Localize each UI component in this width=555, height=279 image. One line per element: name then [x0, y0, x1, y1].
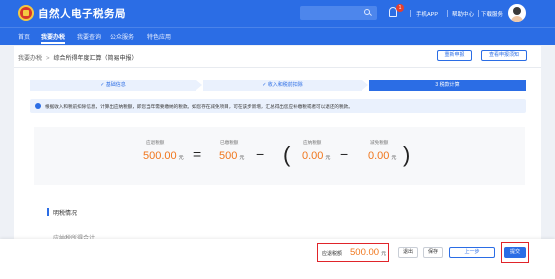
- refund-amount-value: 500.00 元: [143, 150, 184, 162]
- footer-action-bar: [0, 239, 555, 279]
- nav-query[interactable]: 我要查询: [77, 32, 101, 41]
- exemption-label: 减免税额: [370, 140, 389, 145]
- refund-amount: 500.00: [143, 150, 177, 162]
- nav-public-service[interactable]: 公众服务: [110, 32, 134, 41]
- exemption-value: 0.00 元: [368, 150, 396, 162]
- minus-sign: −: [340, 146, 349, 162]
- help-center-link[interactable]: 帮助中心: [452, 10, 474, 18]
- payable-tax-amount: 0.00: [302, 150, 324, 162]
- step-basic-info[interactable]: ✓ 基础信息: [30, 80, 196, 91]
- nav-home[interactable]: 首页: [18, 32, 30, 41]
- footer-tax-value: 500.00 元: [350, 247, 386, 258]
- view-notice-button[interactable]: 查看申报须知: [481, 50, 527, 61]
- breadcrumb: 我要办税 > 综合所得年度汇算（简易申报）: [18, 53, 138, 62]
- payable-tax-value: 0.00 元: [302, 150, 330, 162]
- close-parenthesis: ): [403, 142, 411, 167]
- footer-tax-amount: 500.00: [350, 247, 380, 258]
- submit-button[interactable]: 提交: [504, 247, 526, 258]
- site-title[interactable]: 自然人电子税务局: [38, 6, 126, 21]
- paid-tax-value: 500 元: [219, 150, 244, 162]
- step-tax-calculation: 3 税款计算: [369, 80, 526, 91]
- notice-text: 根据收入和税前扣除信息，计算出应纳税额，即您当年需要缴纳的税款。如您存在减免项目…: [45, 104, 353, 109]
- exit-button[interactable]: 退出: [398, 247, 418, 258]
- nav-file-tax[interactable]: 我要办税: [41, 32, 66, 44]
- currency-unit: 元: [391, 155, 397, 161]
- header-divider: [410, 10, 411, 17]
- info-icon: [35, 103, 41, 109]
- step-arrow: [362, 80, 368, 90]
- payable-tax-label: 应纳税额: [303, 140, 322, 145]
- currency-unit: 元: [381, 251, 387, 257]
- step-arrow: [196, 80, 202, 90]
- currency-unit: 元: [178, 155, 184, 161]
- nav-featured-apps[interactable]: 特色应用: [147, 32, 171, 41]
- notification-badge: 1: [396, 4, 404, 12]
- equals-sign: =: [193, 146, 202, 162]
- download-service-link[interactable]: 下载服务: [481, 10, 503, 18]
- section-title: 明税情况: [53, 211, 78, 217]
- footer-tax-label: 应退税额: [322, 251, 343, 257]
- open-parenthesis: (: [283, 142, 291, 167]
- paid-tax-amount: 500: [219, 150, 238, 162]
- divider: [14, 67, 541, 68]
- header-divider: [478, 10, 479, 17]
- header-divider: [447, 10, 448, 17]
- save-button[interactable]: 保存: [423, 247, 443, 258]
- refund-amount-label: 应退税额: [146, 140, 165, 145]
- breadcrumb-separator: >: [46, 56, 50, 62]
- step-income-deduction[interactable]: ✓ 收入和税前扣除: [203, 80, 362, 91]
- user-avatar[interactable]: [508, 4, 526, 22]
- currency-unit: 元: [239, 155, 245, 161]
- search-icon[interactable]: [364, 9, 370, 15]
- tax-calculation-card: [34, 127, 525, 185]
- paid-tax-label: 已缴税额: [220, 140, 239, 145]
- breadcrumb-root[interactable]: 我要办税: [18, 56, 42, 62]
- reset-filing-button[interactable]: 重新申报: [437, 50, 472, 61]
- mobile-app-link[interactable]: 手机APP: [416, 10, 438, 18]
- breadcrumb-current: 综合所得年度汇算（简易申报）: [53, 56, 138, 62]
- tax-emblem-logo-icon[interactable]: [18, 5, 34, 21]
- minus-sign: −: [256, 146, 265, 162]
- previous-step-button[interactable]: 上一步: [449, 247, 495, 258]
- section-marker: [47, 208, 49, 216]
- currency-unit: 元: [325, 155, 331, 161]
- exemption-amount: 0.00: [368, 150, 390, 162]
